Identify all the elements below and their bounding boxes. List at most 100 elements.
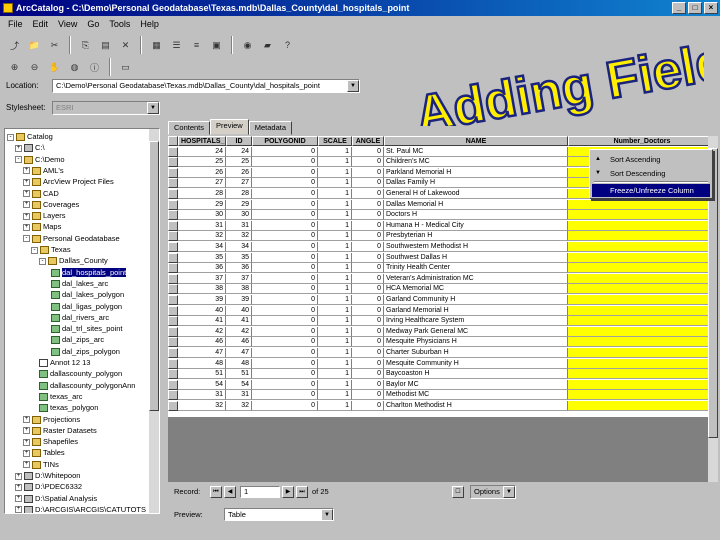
table-cell[interactable]: 1 (318, 305, 352, 316)
menu-go[interactable]: Go (87, 16, 99, 32)
preview-combo[interactable]: Table ▼ (224, 508, 334, 521)
table-cell[interactable]: 0 (252, 199, 318, 210)
table-cell[interactable]: 27 (226, 178, 252, 189)
number-doctors-cell[interactable] (568, 220, 716, 231)
table-cell[interactable]: HCA Memorial MC (384, 284, 568, 295)
table-cell[interactable]: Veteran's Administration MC (384, 273, 568, 284)
column-header[interactable]: ID (226, 136, 252, 146)
table-cell[interactable]: 30 (226, 210, 252, 221)
table-cell[interactable]: Southwestern Methodist H (384, 242, 568, 252)
catalog-tree[interactable]: - Catalog + C:\ - C:\Demo + AML's + ArcView Proje… (4, 128, 160, 514)
table-cell[interactable]: 38 (226, 284, 252, 295)
table-cell[interactable]: Southwest Dallas H (384, 252, 568, 263)
table-cell[interactable]: 35 (226, 252, 252, 263)
maximize-button[interactable]: □ (688, 2, 702, 14)
table-cell[interactable]: 0 (252, 189, 318, 199)
tree-item[interactable]: + D:\ARCGIS\ARCGIS\CATUTOTS (15, 504, 146, 513)
create-thumbnail-icon[interactable]: ▭ (117, 59, 134, 76)
table-cell[interactable]: Charlton Methodist H (384, 401, 568, 411)
row-selector[interactable] (168, 295, 178, 305)
expand-icon[interactable]: + (23, 178, 30, 186)
expand-icon[interactable]: + (23, 201, 30, 209)
location-combo[interactable]: C:\Demo\Personal Geodatabase\Texas.mdb\D… (52, 79, 360, 93)
options-button[interactable]: Options ▼ (470, 485, 516, 499)
next-record-button[interactable]: ▶ (282, 486, 294, 498)
connect-folder-icon[interactable]: 📁 (26, 37, 43, 54)
table-cell[interactable]: 0 (352, 337, 384, 348)
table-cell[interactable]: 0 (352, 252, 384, 263)
row-selector[interactable] (168, 146, 178, 157)
table-cell[interactable]: 1 (318, 189, 352, 199)
chevron-down-icon[interactable]: ▼ (321, 509, 333, 520)
copy-icon[interactable]: ⎘ (77, 37, 94, 54)
column-header[interactable]: ANGLE (352, 136, 384, 146)
tree-item[interactable]: - Texas (31, 244, 71, 256)
table-cell[interactable]: Mesquite Physicians H (384, 337, 568, 348)
number-doctors-cell[interactable] (568, 326, 716, 337)
sort-descending-item[interactable]: ▼ Sort Descending (592, 167, 710, 180)
tree-item[interactable]: Annot 12 13 (39, 357, 90, 369)
tree-item[interactable]: dal_zips_arc (51, 334, 104, 346)
table-cell[interactable]: 1 (318, 220, 352, 231)
disconnect-folder-icon[interactable]: ✂ (46, 37, 63, 54)
close-button[interactable]: × (704, 2, 718, 14)
list-icon[interactable]: ☰ (168, 37, 185, 54)
tree-item[interactable]: + Raster Datasets (23, 425, 97, 437)
table-cell[interactable]: 35 (178, 252, 226, 263)
table-cell[interactable]: Charter Suburban H (384, 348, 568, 358)
expand-icon[interactable]: + (23, 461, 30, 469)
tree-item[interactable]: + D:\Whitepoon (15, 470, 80, 482)
expand-icon[interactable]: + (23, 223, 30, 231)
table-cell[interactable]: 0 (352, 157, 384, 168)
table-cell[interactable]: 26 (226, 167, 252, 178)
expand-icon[interactable]: + (23, 416, 30, 424)
whats-this-icon[interactable]: ? (279, 37, 296, 54)
table-cell[interactable]: 0 (352, 220, 384, 231)
table-cell[interactable]: 0 (352, 210, 384, 221)
table-cell[interactable]: 25 (226, 157, 252, 168)
number-doctors-cell[interactable] (568, 401, 716, 411)
minimize-button[interactable]: _ (672, 2, 686, 14)
row-selector[interactable] (168, 358, 178, 369)
table-cell[interactable]: 1 (318, 199, 352, 210)
expand-icon[interactable]: + (23, 190, 30, 198)
table-cell[interactable]: 54 (226, 379, 252, 390)
table-cell[interactable]: 0 (252, 316, 318, 327)
table-cell[interactable]: Baylor MC (384, 379, 568, 390)
table-cell[interactable]: Doctors H (384, 210, 568, 221)
menu-view[interactable]: View (58, 16, 77, 32)
pan-icon[interactable]: ✋ (46, 59, 63, 76)
zoom-in-icon[interactable]: ⊕ (6, 59, 23, 76)
row-selector[interactable] (168, 252, 178, 263)
row-selector[interactable] (168, 348, 178, 358)
table-cell[interactable]: 26 (178, 167, 226, 178)
delete-icon[interactable]: ✕ (117, 37, 134, 54)
tree-item[interactable]: dallascounty_polygon (39, 368, 122, 380)
table-cell[interactable]: 37 (178, 273, 226, 284)
table-cell[interactable]: 1 (318, 157, 352, 168)
table-cell[interactable]: 40 (226, 305, 252, 316)
number-doctors-cell[interactable] (568, 348, 716, 358)
table-cell[interactable]: 31 (226, 220, 252, 231)
table-cell[interactable]: Parkland Memorial H (384, 167, 568, 178)
tree-item[interactable]: dal_trl_sites_point (51, 323, 122, 335)
table-cell[interactable]: 1 (318, 316, 352, 327)
table-cell[interactable]: 1 (318, 369, 352, 380)
tree-item[interactable]: - Catalog (7, 131, 53, 143)
table-cell[interactable]: 29 (226, 199, 252, 210)
last-record-button[interactable]: ⏭ (296, 486, 308, 498)
table-cell[interactable]: 0 (352, 401, 384, 411)
expand-icon[interactable]: + (23, 449, 30, 457)
up-one-level-icon[interactable]: ⤴ (6, 37, 23, 54)
chevron-down-icon[interactable]: ▼ (347, 80, 359, 92)
tree-item[interactable]: dallascounty_polygonAnn (39, 380, 135, 392)
table-cell[interactable]: 1 (318, 326, 352, 337)
tree-item[interactable]: dal_lakes_polygon (51, 289, 124, 301)
tree-item[interactable]: + CAD (23, 188, 59, 200)
table-cell[interactable]: 28 (178, 189, 226, 199)
table-cell[interactable]: 1 (318, 167, 352, 178)
table-cell[interactable]: 0 (352, 146, 384, 157)
table-cell[interactable]: 0 (352, 348, 384, 358)
table-cell[interactable]: 0 (352, 231, 384, 242)
table-cell[interactable]: 31 (178, 390, 226, 401)
